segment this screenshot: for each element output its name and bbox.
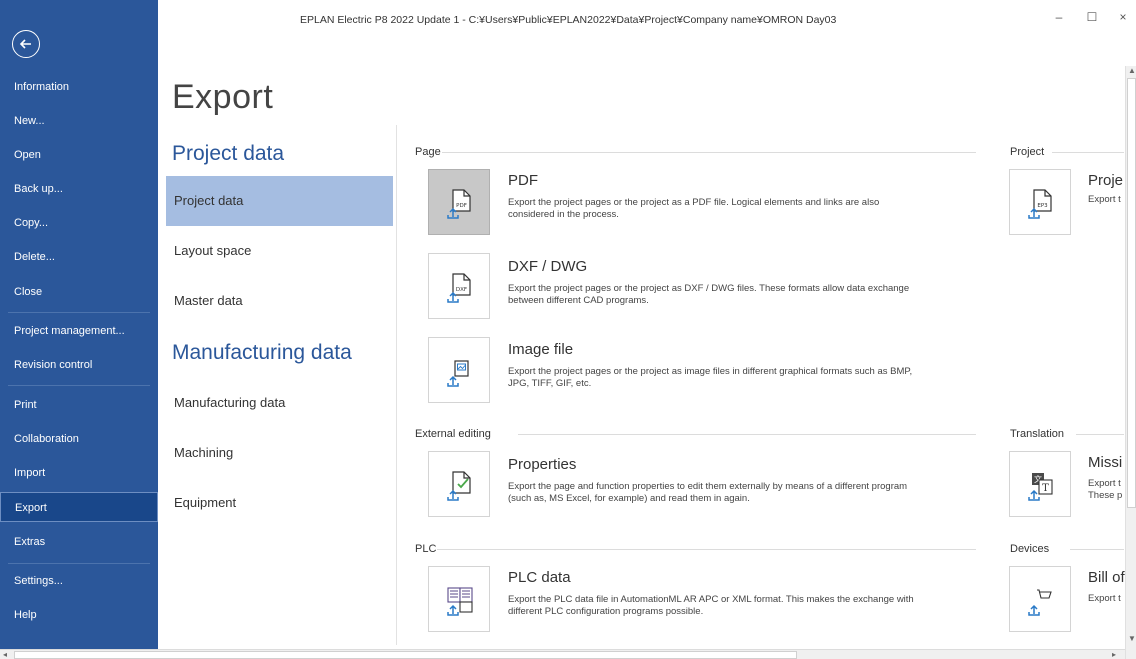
sidebar-item-new[interactable]: New... (0, 106, 158, 136)
bill-of-materials-title[interactable]: Bill of (1088, 569, 1125, 586)
sidebar-item-copy[interactable]: Copy... (0, 208, 158, 238)
pdf-badge: PDF (456, 203, 467, 209)
project-title[interactable]: Proje (1088, 172, 1123, 189)
vertical-scrollbar-thumb[interactable] (1127, 78, 1136, 508)
sidebar-item-import[interactable]: Import (0, 458, 158, 488)
bom-export-icon (1028, 589, 1052, 616)
group-header-external-editing: External editing (415, 428, 491, 440)
group-header-translation: Translation (1010, 428, 1065, 440)
dxf-badge: DXF (456, 287, 467, 293)
sidebar-item-collaboration[interactable]: Collaboration (0, 424, 158, 454)
plc-export-icon (447, 587, 473, 616)
properties-description: Export the page and function properties … (508, 481, 908, 504)
sidebar-item-print[interactable]: Print (0, 390, 158, 420)
properties-export-icon (447, 471, 471, 501)
sidebar-separator (8, 312, 150, 313)
sidebar-item-export[interactable]: Export (0, 492, 158, 522)
group-divider (1076, 434, 1124, 435)
sidebar-item-open[interactable]: Open (0, 140, 158, 170)
group-divider (437, 549, 976, 550)
missing-words-description-line2: These p (1088, 490, 1123, 501)
pdf-export-icon: PDF (447, 189, 471, 219)
dxf-export-tile[interactable]: DXF (428, 253, 490, 319)
column-divider (396, 125, 397, 645)
properties-export-tile[interactable] (428, 451, 490, 517)
category-item-master-data[interactable]: Master data (166, 276, 393, 326)
scroll-left-icon[interactable]: ◂ (3, 650, 7, 659)
ep3-export-icon: EP3 (1028, 189, 1052, 219)
missing-words-title[interactable]: Missi (1088, 454, 1122, 471)
project-description: Export t (1088, 194, 1121, 205)
translation-export-icon: 文 T (1028, 473, 1053, 501)
group-divider (518, 434, 976, 435)
bom-export-tile[interactable] (1009, 566, 1071, 632)
close-button[interactable]: × (1113, 8, 1133, 26)
missing-words-description-line1: Export t (1088, 478, 1121, 489)
sidebar-item-information[interactable]: Information (0, 72, 158, 102)
ep3-badge: EP3 (1037, 203, 1048, 209)
image-file-description: Export the project pages or the project … (508, 366, 913, 389)
sidebar-item-revision-control[interactable]: Revision control (0, 350, 158, 380)
page-title: Export (172, 78, 274, 116)
category-item-manufacturing-data[interactable]: Manufacturing data (166, 378, 393, 428)
group-divider (1052, 152, 1124, 153)
scroll-right-icon[interactable]: ▸ (1112, 650, 1116, 659)
window-title: EPLAN Electric P8 2022 Update 1 - C:¥Use… (300, 14, 837, 26)
pdf-export-tile[interactable]: PDF (428, 169, 490, 235)
group-header-project: Project (1010, 146, 1045, 158)
group-header-plc: PLC (415, 543, 437, 555)
vertical-scrollbar[interactable]: ▲ ▼ (1125, 66, 1136, 659)
category-heading-manufacturing-data: Manufacturing data (172, 341, 352, 364)
translation-export-tile[interactable]: 文 T (1009, 451, 1071, 517)
sidebar-item-extras[interactable]: Extras (0, 527, 158, 557)
back-arrow-icon[interactable] (12, 30, 40, 58)
plc-data-title[interactable]: PLC data (508, 569, 571, 586)
category-item-equipment[interactable]: Equipment (166, 478, 393, 528)
bill-of-materials-description: Export t (1088, 593, 1121, 604)
scroll-down-icon[interactable]: ▼ (1128, 634, 1136, 643)
dxf-title[interactable]: DXF / DWG (508, 258, 587, 275)
group-header-devices: Devices (1010, 543, 1050, 555)
category-item-layout-space[interactable]: Layout space (166, 226, 393, 276)
category-item-project-data[interactable]: Project data (166, 176, 393, 226)
sidebar-item-project-management[interactable]: Project management... (0, 316, 158, 346)
horizontal-scrollbar-thumb[interactable] (14, 651, 797, 659)
pdf-title[interactable]: PDF (508, 172, 538, 189)
properties-title[interactable]: Properties (508, 456, 576, 473)
dxf-export-icon: DXF (447, 273, 471, 303)
sidebar-item-close[interactable]: Close (0, 277, 158, 307)
plc-export-tile[interactable] (428, 566, 490, 632)
group-divider (442, 152, 976, 153)
group-header-page: Page (415, 146, 441, 158)
image-file-title[interactable]: Image file (508, 341, 573, 358)
sidebar-separator (8, 563, 150, 564)
plc-data-description: Export the PLC data file in AutomationML… (508, 594, 914, 617)
image-export-icon (447, 360, 469, 387)
image-export-tile[interactable] (428, 337, 490, 403)
sidebar-item-backup[interactable]: Back up... (0, 174, 158, 204)
backstage-sidebar: Information New... Open Back up... Copy.… (0, 0, 158, 649)
horizontal-scrollbar[interactable]: ◂ ▸ (0, 649, 1125, 659)
dxf-description: Export the project pages or the project … (508, 283, 910, 306)
category-item-machining[interactable]: Machining (166, 428, 393, 478)
project-export-tile[interactable]: EP3 (1009, 169, 1071, 235)
sidebar-item-settings[interactable]: Settings... (0, 566, 158, 596)
scroll-up-icon[interactable]: ▲ (1128, 66, 1136, 75)
minimize-button[interactable]: – (1049, 8, 1069, 26)
svg-text:T: T (1042, 483, 1049, 494)
sidebar-separator (8, 385, 150, 386)
sidebar-item-help[interactable]: Help (0, 600, 158, 630)
maximize-button[interactable]: ☐ (1082, 8, 1102, 26)
pdf-description: Export the project pages or the project … (508, 197, 880, 220)
group-divider (1070, 549, 1124, 550)
category-heading-project-data: Project data (172, 142, 285, 165)
sidebar-item-delete[interactable]: Delete... (0, 242, 158, 272)
